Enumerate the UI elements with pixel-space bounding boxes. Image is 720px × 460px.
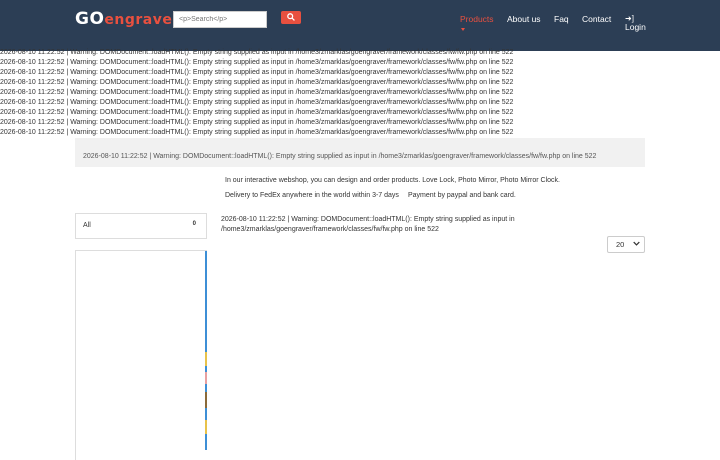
warning-line: 2026-08-10 11:22:52 | Warning: DOMDocume…	[0, 109, 514, 116]
chevron-down-icon	[633, 241, 640, 246]
nav-products[interactable]: Products	[460, 14, 494, 24]
warning-line: 2026-08-10 11:22:52 | Warning: DOMDocume…	[0, 69, 514, 76]
warning-line: 2026-08-10 11:22:52 | Warning: DOMDocume…	[0, 59, 514, 66]
site-logo[interactable]: GOengraver	[75, 9, 180, 29]
warning-box: 2026-08-10 11:22:52 | Warning: DOMDocume…	[75, 138, 645, 167]
search-input[interactable]	[173, 11, 267, 28]
per-page-select[interactable]: 20	[607, 236, 645, 253]
sidebar-line-segment	[205, 372, 207, 384]
nav-login[interactable]: ➜] Login	[625, 14, 646, 32]
per-page-value: 20	[616, 240, 625, 249]
warning-list: 2026-08-10 11:22:52 | Warning: DOMDocume…	[0, 48, 513, 138]
delivery-text: Delivery to FedEx anywhere in the world …	[225, 192, 399, 199]
nav-about-us[interactable]: About us	[507, 14, 541, 24]
warning-line: 2026-08-10 11:22:52 | Warning: DOMDocume…	[0, 119, 514, 126]
payment-text: Payment by paypal and bank card.	[408, 192, 516, 199]
login-label: Login	[625, 22, 646, 32]
warning-line: 2026-08-10 11:22:52 | Warning: DOMDocume…	[0, 49, 514, 56]
warning-line: 2026-08-10 11:22:52 | Warning: DOMDocume…	[0, 79, 514, 86]
warning-line: 2026-08-10 11:22:52 | Warning: DOMDocume…	[0, 129, 514, 136]
logo-engraver: engraver	[104, 12, 180, 28]
logo-go: GO	[75, 9, 105, 29]
nav-contact[interactable]: Contact	[582, 14, 611, 24]
warning-line: 2026-08-10 11:22:52 | Warning: DOMDocume…	[0, 89, 514, 96]
caret-down-icon	[461, 28, 465, 31]
sidebar-line-segment	[205, 420, 207, 434]
main-warning-text: 2026-08-10 11:22:52 | Warning: DOMDocume…	[221, 216, 515, 233]
category-count-badge: 0	[192, 221, 196, 227]
search-icon	[287, 13, 295, 21]
nav-faq[interactable]: Faq	[554, 14, 569, 24]
sidebar-panel	[75, 250, 207, 460]
warning-line: 2026-08-10 11:22:52 | Warning: DOMDocume…	[0, 99, 514, 106]
top-navbar: GOengraver Products About us Faq Contact…	[0, 0, 720, 51]
category-all[interactable]: All 0	[75, 213, 207, 239]
category-label: All	[83, 222, 91, 229]
sidebar-line-segment	[205, 392, 207, 408]
search-button[interactable]	[281, 11, 301, 24]
intro-text: In our interactive webshop, you can desi…	[225, 177, 561, 184]
sidebar-line-segment	[205, 352, 207, 366]
